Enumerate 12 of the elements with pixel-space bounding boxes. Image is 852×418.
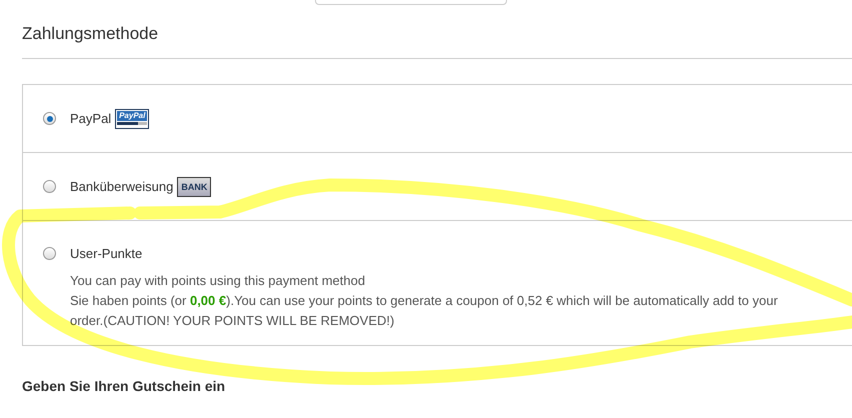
bank-logo: BANK [177,176,212,196]
description-text: You can pay with points using this payment method [70,272,366,290]
radio-button[interactable] [43,180,56,193]
method-label: Banküberweisung [70,179,174,194]
method-label: User-Punkte [70,246,142,260]
paypal-logo: PayPal [115,108,150,128]
radio-button[interactable] [43,246,56,260]
description-text: Sie haben points (or 0,00 €).You can use your points to generate a coupon of 0,52 € which will be automatically add to your order.(CAUTION! YOUR POINTS WILL BE REMOVED!) [70,292,779,330]
radio-button[interactable] [43,112,56,125]
method-label: PayPal [70,111,112,126]
coupon-heading: Geben Sie Ihren Gutschein ein [22,378,226,394]
section-title: Zahlungsmethode [22,24,852,59]
